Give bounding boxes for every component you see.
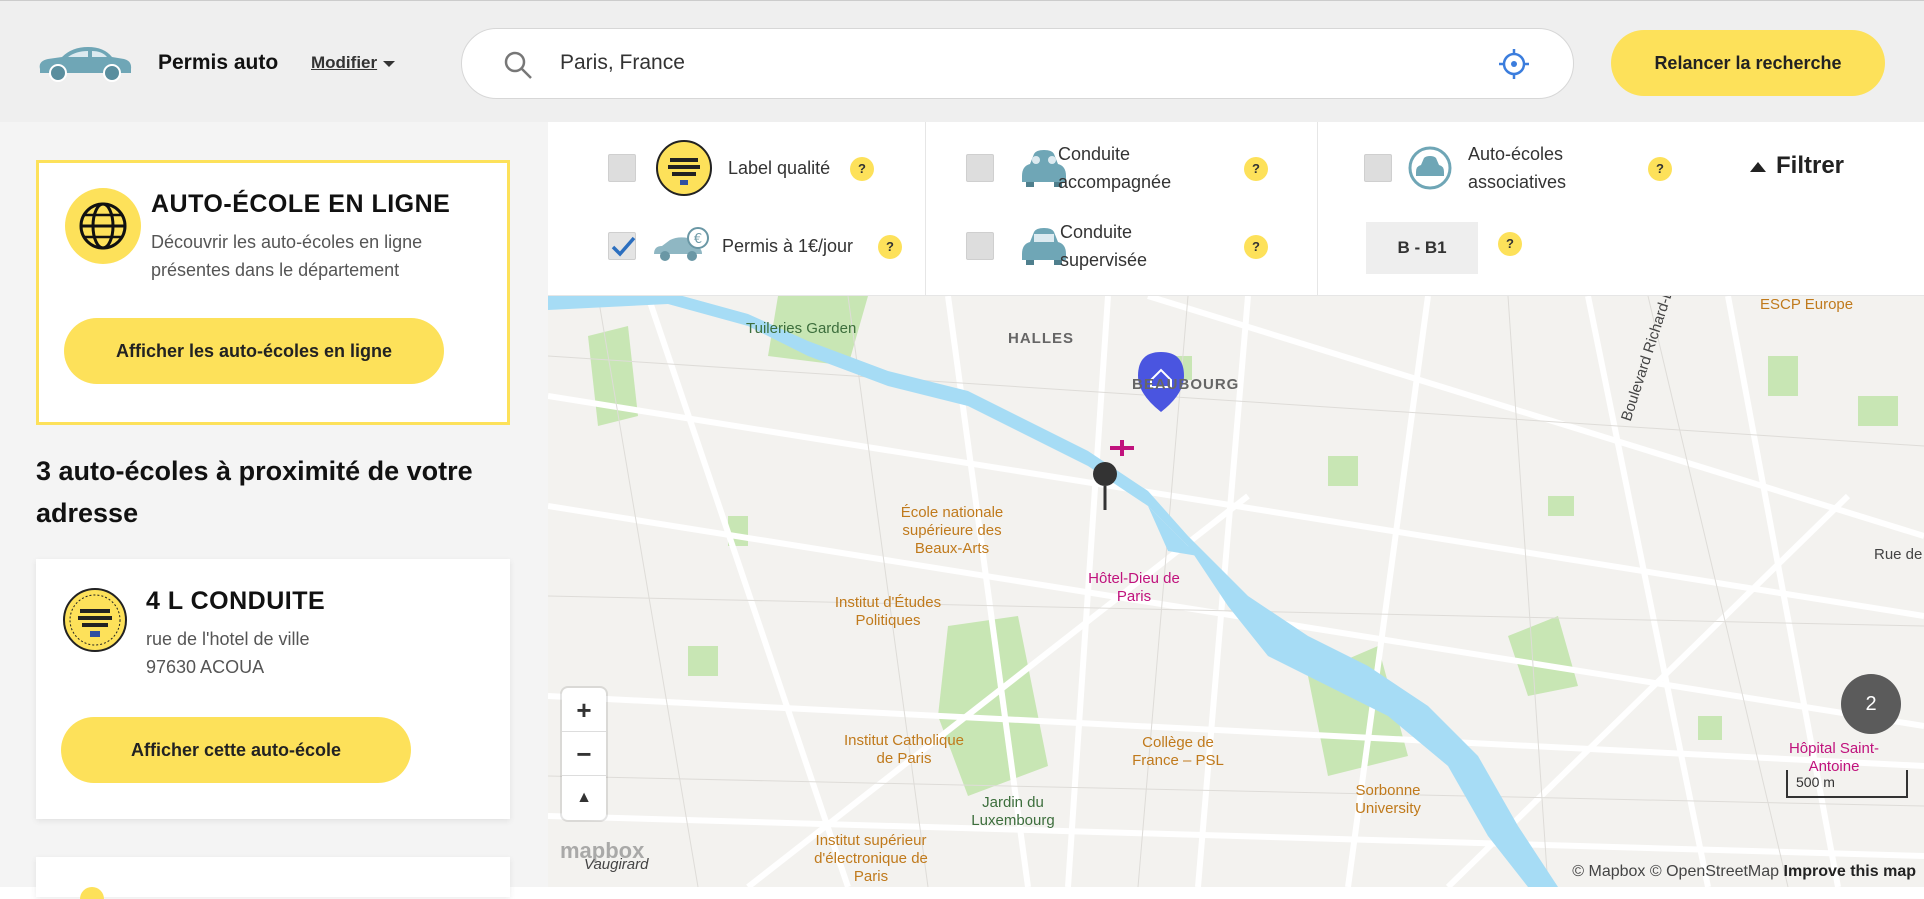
relaunch-search-button[interactable]: Relancer la recherche — [1611, 30, 1885, 96]
associative-car-icon — [1408, 146, 1452, 190]
map-label-beaubourg: BEAUBOURG — [1132, 376, 1240, 393]
map-label-sciences-po: Institut d'Études Politiques — [834, 594, 942, 629]
map-label-tuileries: Tuileries Garden — [746, 320, 857, 337]
help-icon[interactable]: ? — [1648, 157, 1672, 181]
filter-toggle-label[interactable]: Filtrer — [1776, 152, 1844, 179]
help-icon[interactable]: ? — [1244, 157, 1268, 181]
chevron-up-icon[interactable] — [1750, 161, 1766, 172]
map-zoom-controls: + − ▲ — [562, 688, 606, 820]
map-scale: 500 m — [1786, 770, 1908, 798]
map-label-rue: Rue de — [1874, 546, 1923, 563]
online-description: Découvrir les auto-écoles en ligne prése… — [151, 232, 423, 280]
svg-text:€: € — [694, 232, 702, 247]
map[interactable]: Tuileries Garden HALLES BEAUBOURG ESCP E… — [548, 296, 1924, 887]
help-icon[interactable]: ? — [850, 157, 874, 181]
associatives-label: Auto-écoles associatives — [1468, 144, 1567, 192]
header: Permis auto Modifier Paris, France Relan… — [0, 0, 1924, 122]
associatives-checkbox[interactable] — [1364, 154, 1392, 182]
license-category-select[interactable]: B - B1 — [1366, 222, 1478, 274]
show-school-button[interactable]: Afficher cette auto-école — [61, 717, 411, 783]
check-icon — [611, 236, 636, 257]
conduite-supervisee-checkbox[interactable] — [966, 232, 994, 260]
address-search[interactable]: Paris, France — [461, 28, 1574, 99]
map-label-college: Collège de France – PSL — [1132, 734, 1224, 769]
search-input[interactable]: Paris, France — [560, 51, 685, 75]
modifier-label[interactable]: Modifier — [311, 53, 377, 72]
compass-button[interactable]: ▲ — [562, 776, 606, 820]
school-address: rue de l'hotel de ville 97630 ACOUA — [146, 625, 310, 681]
zoom-out-button[interactable]: − — [562, 732, 606, 776]
filter-column-2: Conduite accompagnée ? Conduite supervis… — [926, 122, 1318, 296]
filters-bar: Label qualité ? € Permis à 1€/jour ? Con… — [548, 122, 1924, 296]
online-title: AUTO-ÉCOLE EN LIGNE — [151, 190, 451, 218]
globe-icon — [65, 188, 141, 264]
help-icon[interactable]: ? — [1244, 235, 1268, 259]
quality-seal-icon — [656, 140, 712, 196]
filter-column-3: Auto-écoles associatives ? Filtrer B - B… — [1318, 122, 1924, 296]
results-panel: AUTO-ÉCOLE EN LIGNE Découvrir les auto-é… — [0, 122, 548, 899]
quality-seal-icon — [80, 887, 104, 899]
map-attribution: © Mapbox © OpenStreetMap Improve this ma… — [1572, 863, 1916, 881]
school-city: 97630 ACOUA — [146, 657, 265, 677]
quality-seal-icon — [63, 588, 127, 652]
conduite-accompagnee-label: Conduite accompagnée — [1058, 144, 1172, 192]
label-qualite-checkbox[interactable] — [608, 154, 636, 182]
permis-1euro-label: Permis à 1€/jour — [722, 236, 854, 256]
show-online-schools-button[interactable]: Afficher les auto-écoles en ligne — [64, 318, 444, 384]
driving-school-card — [36, 857, 510, 899]
modifier-dropdown[interactable]: Modifier — [311, 53, 396, 73]
school-street: rue de l'hotel de ville — [146, 629, 310, 649]
school-name: 4 L CONDUITE — [146, 587, 326, 615]
map-label-halles: HALLES — [1008, 330, 1074, 347]
product-title: Permis auto — [158, 51, 279, 74]
filter-toggle[interactable]: Filtrer — [1750, 152, 1844, 180]
map-label-escp: ESCP Europe — [1760, 296, 1854, 313]
improve-map-link[interactable]: Improve this map — [1784, 863, 1916, 880]
search-icon — [504, 51, 532, 79]
driving-school-card: 4 L CONDUITE rue de l'hotel de ville 976… — [36, 559, 510, 819]
map-label-electronique: Institut supérieur d'électronique de Par… — [814, 832, 928, 885]
map-label-hotel-dieu: Hôtel-Dieu de Paris — [1088, 570, 1180, 605]
conduite-accompagnee-checkbox[interactable] — [966, 154, 994, 182]
help-icon[interactable]: ? — [1498, 232, 1522, 256]
map-label-sorbonne: Sorbonne University — [1355, 782, 1421, 817]
car-logo-icon — [39, 47, 132, 82]
geolocate-icon[interactable] — [1497, 47, 1531, 81]
online-school-box: AUTO-ÉCOLE EN LIGNE Découvrir les auto-é… — [36, 160, 510, 425]
conduite-supervisee-label: Conduite supervisée — [1060, 222, 1148, 270]
map-label-catholique: Institut Catholique de Paris — [843, 732, 965, 767]
results-heading: 3 auto-écoles à proximité de votre adres… — [36, 456, 473, 528]
euro-car-icon: € — [654, 227, 709, 261]
label-qualite-label: Label qualité — [728, 158, 831, 178]
chevron-down-icon[interactable] — [383, 60, 396, 67]
map-cluster-marker[interactable]: 2 — [1841, 674, 1901, 734]
filter-column-1: Label qualité ? € Permis à 1€/jour ? — [548, 122, 926, 296]
map-label-beaux-arts: École nationale supérieure des Beaux-Art… — [900, 504, 1004, 557]
attribution-text[interactable]: © Mapbox © OpenStreetMap — [1572, 863, 1779, 880]
zoom-in-button[interactable]: + — [562, 688, 606, 732]
help-icon[interactable]: ? — [878, 235, 902, 259]
map-label-luxembourg: Jardin du Luxembourg — [971, 794, 1055, 829]
mapbox-logo[interactable]: mapbox — [560, 838, 644, 864]
permis-1euro-checkbox[interactable] — [608, 232, 636, 260]
